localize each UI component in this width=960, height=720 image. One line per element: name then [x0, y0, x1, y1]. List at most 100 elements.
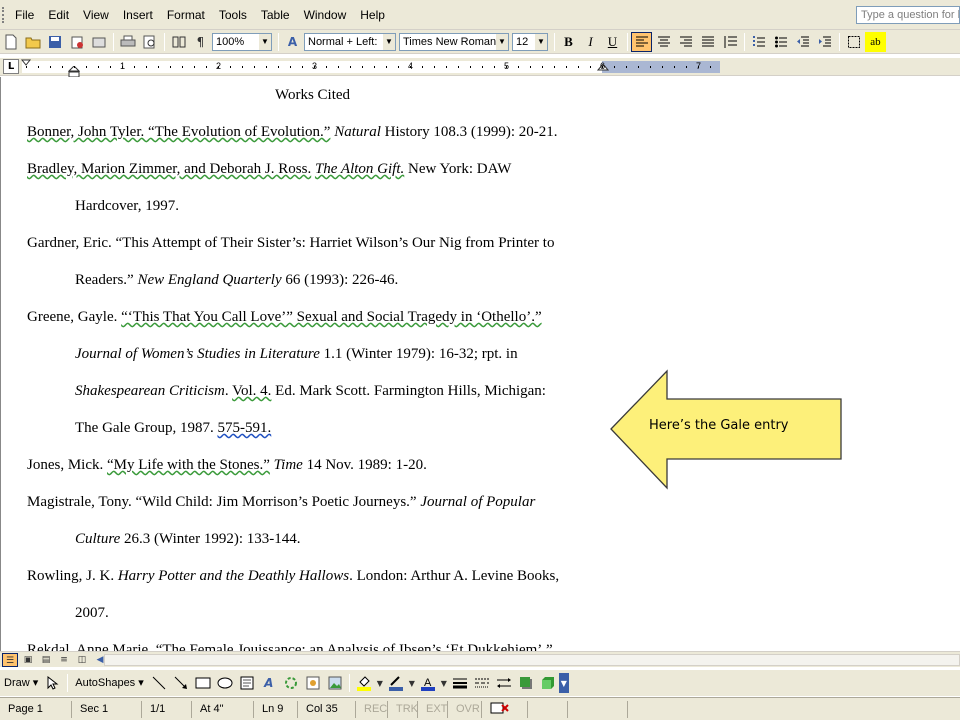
- citation-text: 14 Nov. 1989: 1-20.: [302, 457, 427, 473]
- citation-text: Shakespearean Criticism: [75, 383, 225, 399]
- justify-icon[interactable]: [697, 32, 718, 52]
- menu-tools[interactable]: Tools: [212, 5, 254, 25]
- citation-text: 2007.: [75, 605, 109, 621]
- menu-edit[interactable]: Edit: [41, 5, 76, 25]
- print-layout-view-icon[interactable]: ▤: [38, 653, 54, 667]
- menu-window[interactable]: Window: [297, 5, 354, 25]
- line-style-icon[interactable]: [449, 673, 471, 693]
- line-color-dropdown-icon[interactable]: ▼: [407, 673, 417, 693]
- bullets-icon[interactable]: [770, 32, 791, 52]
- status-empty-2: [568, 700, 628, 718]
- align-right-icon[interactable]: [675, 32, 696, 52]
- arrow-style-icon[interactable]: [493, 673, 515, 693]
- draw-menu-button[interactable]: Draw ▾: [0, 673, 42, 693]
- citation-text: Vol. 4.: [232, 383, 272, 399]
- web-layout-view-icon[interactable]: ▣: [20, 653, 36, 667]
- rectangle-tool-icon[interactable]: [192, 673, 214, 693]
- ruler-tick: [542, 66, 543, 68]
- citation-text: Hardcover, 1997.: [75, 198, 179, 214]
- dash-style-icon[interactable]: [471, 673, 493, 693]
- document-page[interactable]: Works Cited Bonner, John Tyler. “The Evo…: [0, 77, 960, 652]
- insert-picture-icon[interactable]: [324, 673, 346, 693]
- ruler-tick: [122, 66, 123, 68]
- font-select[interactable]: Times New Roman ▼: [399, 32, 509, 51]
- status-column: Col 35: [298, 700, 356, 718]
- outline-view-icon[interactable]: ≡: [56, 653, 72, 667]
- first-line-indent-marker-icon[interactable]: [20, 58, 36, 76]
- ruler-tick: [518, 66, 519, 68]
- print-icon[interactable]: [117, 32, 138, 52]
- numbering-icon[interactable]: [748, 32, 769, 52]
- print-preview-icon[interactable]: [139, 32, 160, 52]
- highlight-icon[interactable]: ab: [865, 31, 886, 52]
- menu-view[interactable]: View: [76, 5, 116, 25]
- help-question-input[interactable]: Type a question for h: [856, 6, 960, 24]
- fill-color-dropdown-icon[interactable]: ▼: [375, 673, 385, 693]
- styles-formatting-icon[interactable]: A: [282, 32, 303, 52]
- save-icon[interactable]: [44, 32, 65, 52]
- columns-icon[interactable]: [168, 32, 189, 52]
- arrow-tool-icon[interactable]: [170, 673, 192, 693]
- citation-line: Gardner, Eric. “This Attempt of Their Si…: [27, 234, 554, 252]
- new-document-icon[interactable]: [0, 32, 21, 52]
- style-select[interactable]: Normal + Left: ▼: [304, 32, 396, 51]
- menu-file[interactable]: File: [8, 5, 41, 25]
- horizontal-ruler[interactable]: L 1 2 3 4 5 6 7: [0, 58, 960, 78]
- citation-text: Culture: [75, 531, 121, 547]
- oval-tool-icon[interactable]: [214, 673, 236, 693]
- text-box-icon[interactable]: [236, 673, 258, 693]
- font-size-select[interactable]: 12 ▼: [512, 32, 548, 51]
- align-center-icon[interactable]: [653, 32, 674, 52]
- status-ovr[interactable]: OVR: [448, 700, 482, 718]
- diagram-icon[interactable]: [280, 673, 302, 693]
- decrease-indent-icon[interactable]: [792, 32, 813, 52]
- email-icon[interactable]: [88, 32, 109, 52]
- tab-selector-icon[interactable]: L: [3, 59, 19, 74]
- ruler-tick: [26, 66, 27, 68]
- line-spacing-icon[interactable]: [719, 32, 740, 52]
- menu-insert[interactable]: Insert: [116, 5, 160, 25]
- status-trk[interactable]: TRK: [388, 700, 418, 718]
- show-formatting-pilcrow-icon[interactable]: ¶: [190, 32, 211, 52]
- reading-layout-view-icon[interactable]: ◫: [74, 653, 90, 667]
- toolbar-options-icon[interactable]: ▼: [558, 673, 569, 693]
- wordart-icon[interactable]: A: [258, 673, 280, 693]
- horizontal-scrollbar[interactable]: [104, 654, 960, 666]
- line-tool-icon[interactable]: [148, 673, 170, 693]
- menu-format[interactable]: Format: [160, 5, 212, 25]
- normal-view-icon[interactable]: ☰: [2, 652, 18, 667]
- italic-button[interactable]: I: [580, 32, 601, 52]
- fill-color-icon[interactable]: [353, 673, 375, 693]
- font-color-icon[interactable]: A: [417, 673, 439, 693]
- citation-text: The Gale Group, 1987.: [75, 420, 218, 436]
- align-left-icon[interactable]: [631, 31, 652, 52]
- menu-help[interactable]: Help: [353, 5, 392, 25]
- zoom-select[interactable]: 100% ▼: [212, 32, 272, 51]
- clip-art-icon[interactable]: [302, 673, 324, 693]
- borders-icon[interactable]: [843, 32, 864, 52]
- increase-indent-icon[interactable]: [814, 32, 835, 52]
- font-color-dropdown-icon[interactable]: ▼: [439, 673, 449, 693]
- open-folder-icon[interactable]: [22, 32, 43, 52]
- ruler-tick: [266, 66, 267, 68]
- permission-icon[interactable]: [66, 32, 87, 52]
- ruler-strip[interactable]: [22, 61, 720, 73]
- line-color-icon[interactable]: [385, 673, 407, 693]
- autoshapes-menu-button[interactable]: AutoShapes ▾: [71, 673, 148, 693]
- status-pages: 1/1: [142, 700, 192, 718]
- spelling-status-icon[interactable]: [482, 700, 528, 718]
- bold-button[interactable]: B: [558, 32, 579, 52]
- toolbar-separator: [554, 32, 555, 51]
- menu-table[interactable]: Table: [254, 5, 297, 25]
- works-cited-title: Works Cited: [275, 87, 351, 103]
- select-objects-icon[interactable]: [42, 673, 64, 693]
- 3d-style-icon[interactable]: [537, 673, 559, 693]
- ruler-tick: [254, 66, 255, 68]
- underline-button[interactable]: U: [602, 32, 623, 52]
- ruler-tick: [698, 66, 699, 68]
- toolbar-separator: [278, 32, 279, 51]
- status-ext[interactable]: EXT: [418, 700, 448, 718]
- status-rec[interactable]: REC: [356, 700, 388, 718]
- ruler-tick: [194, 66, 195, 68]
- shadow-style-icon[interactable]: [515, 673, 537, 693]
